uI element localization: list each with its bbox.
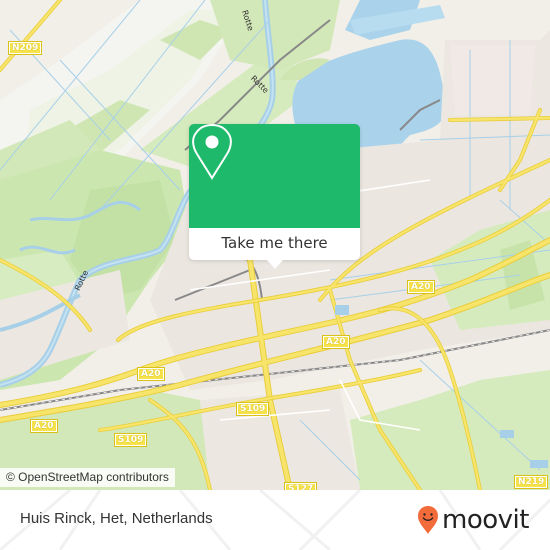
- road-shield-s109: S109: [114, 433, 148, 447]
- footer-bar: Huis Rinck, Het, Netherlands moovit: [0, 490, 550, 550]
- place-name: Huis Rinck, Het, Netherlands: [20, 510, 213, 527]
- road-shield-a20: A20: [30, 419, 58, 433]
- road-shield-s109: S109: [236, 402, 270, 416]
- road-shield-n209: N209: [8, 41, 43, 55]
- popup-pointer: [267, 260, 283, 269]
- moovit-wordmark: moovit: [442, 505, 529, 535]
- road-shield-s127: S127: [284, 482, 318, 490]
- location-popup: Take me there: [189, 124, 360, 269]
- road-shield-n219: N219: [514, 475, 549, 489]
- road-shield-a20: A20: [407, 280, 435, 294]
- location-pin-icon: [192, 124, 232, 180]
- take-me-there-button[interactable]: Take me there: [189, 228, 360, 260]
- map-view[interactable]: N209 A20 A20 A20 A20 S109 S109 S127 N219…: [0, 0, 550, 490]
- road-shield-a20: A20: [322, 335, 350, 349]
- moovit-pin-icon: [418, 506, 438, 534]
- moovit-logo[interactable]: moovit: [417, 503, 529, 537]
- road-shield-a20: A20: [137, 367, 165, 381]
- popup-header: [189, 124, 360, 228]
- map-attribution[interactable]: © OpenStreetMap contributors: [0, 468, 175, 487]
